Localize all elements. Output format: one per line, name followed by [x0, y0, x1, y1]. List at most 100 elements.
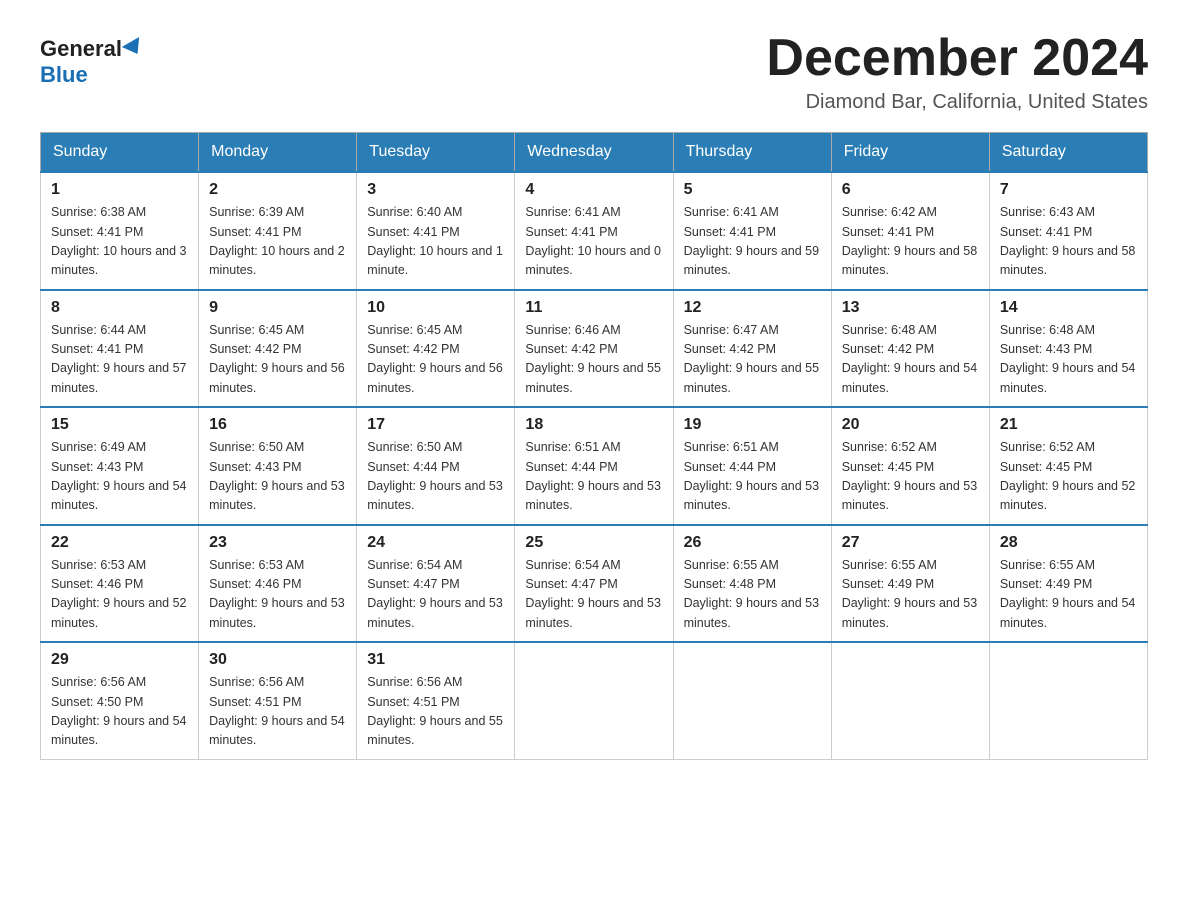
table-row: 16 Sunrise: 6:50 AMSunset: 4:43 PMDaylig… [199, 407, 357, 525]
calendar-week-row: 22 Sunrise: 6:53 AMSunset: 4:46 PMDaylig… [41, 525, 1148, 643]
day-info: Sunrise: 6:54 AMSunset: 4:47 PMDaylight:… [525, 556, 662, 634]
table-row: 11 Sunrise: 6:46 AMSunset: 4:42 PMDaylig… [515, 290, 673, 408]
table-row: 24 Sunrise: 6:54 AMSunset: 4:47 PMDaylig… [357, 525, 515, 643]
day-info: Sunrise: 6:43 AMSunset: 4:41 PMDaylight:… [1000, 203, 1137, 281]
col-friday: Friday [831, 133, 989, 173]
day-info: Sunrise: 6:45 AMSunset: 4:42 PMDaylight:… [209, 321, 346, 399]
day-number: 19 [684, 416, 821, 434]
day-info: Sunrise: 6:53 AMSunset: 4:46 PMDaylight:… [51, 556, 188, 634]
day-number: 24 [367, 534, 504, 552]
day-number: 20 [842, 416, 979, 434]
table-row: 29 Sunrise: 6:56 AMSunset: 4:50 PMDaylig… [41, 642, 199, 759]
table-row: 6 Sunrise: 6:42 AMSunset: 4:41 PMDayligh… [831, 172, 989, 290]
calendar-table: Sunday Monday Tuesday Wednesday Thursday… [40, 132, 1148, 760]
day-number: 15 [51, 416, 188, 434]
table-row: 18 Sunrise: 6:51 AMSunset: 4:44 PMDaylig… [515, 407, 673, 525]
table-row: 20 Sunrise: 6:52 AMSunset: 4:45 PMDaylig… [831, 407, 989, 525]
day-info: Sunrise: 6:50 AMSunset: 4:44 PMDaylight:… [367, 438, 504, 516]
day-info: Sunrise: 6:38 AMSunset: 4:41 PMDaylight:… [51, 203, 188, 281]
day-number: 5 [684, 181, 821, 199]
day-info: Sunrise: 6:53 AMSunset: 4:46 PMDaylight:… [209, 556, 346, 634]
day-number: 22 [51, 534, 188, 552]
table-row [831, 642, 989, 759]
day-number: 17 [367, 416, 504, 434]
logo-general: General [40, 38, 144, 60]
page-header: General Blue December 2024 Diamond Bar, … [40, 30, 1148, 114]
table-row: 3 Sunrise: 6:40 AMSunset: 4:41 PMDayligh… [357, 172, 515, 290]
day-info: Sunrise: 6:55 AMSunset: 4:49 PMDaylight:… [1000, 556, 1137, 634]
table-row: 27 Sunrise: 6:55 AMSunset: 4:49 PMDaylig… [831, 525, 989, 643]
table-row: 17 Sunrise: 6:50 AMSunset: 4:44 PMDaylig… [357, 407, 515, 525]
table-row [515, 642, 673, 759]
day-number: 16 [209, 416, 346, 434]
logo: General Blue [40, 38, 144, 88]
table-row: 15 Sunrise: 6:49 AMSunset: 4:43 PMDaylig… [41, 407, 199, 525]
col-saturday: Saturday [989, 133, 1147, 173]
day-number: 2 [209, 181, 346, 199]
table-row [989, 642, 1147, 759]
day-info: Sunrise: 6:55 AMSunset: 4:49 PMDaylight:… [842, 556, 979, 634]
table-row: 28 Sunrise: 6:55 AMSunset: 4:49 PMDaylig… [989, 525, 1147, 643]
calendar-subtitle: Diamond Bar, California, United States [766, 91, 1148, 114]
col-thursday: Thursday [673, 133, 831, 173]
day-info: Sunrise: 6:48 AMSunset: 4:43 PMDaylight:… [1000, 321, 1137, 399]
table-row: 14 Sunrise: 6:48 AMSunset: 4:43 PMDaylig… [989, 290, 1147, 408]
table-row: 2 Sunrise: 6:39 AMSunset: 4:41 PMDayligh… [199, 172, 357, 290]
calendar-title: December 2024 [766, 30, 1148, 87]
table-row: 12 Sunrise: 6:47 AMSunset: 4:42 PMDaylig… [673, 290, 831, 408]
day-number: 3 [367, 181, 504, 199]
day-info: Sunrise: 6:52 AMSunset: 4:45 PMDaylight:… [1000, 438, 1137, 516]
day-info: Sunrise: 6:44 AMSunset: 4:41 PMDaylight:… [51, 321, 188, 399]
calendar-week-row: 15 Sunrise: 6:49 AMSunset: 4:43 PMDaylig… [41, 407, 1148, 525]
day-number: 7 [1000, 181, 1137, 199]
day-info: Sunrise: 6:51 AMSunset: 4:44 PMDaylight:… [684, 438, 821, 516]
table-row: 5 Sunrise: 6:41 AMSunset: 4:41 PMDayligh… [673, 172, 831, 290]
day-info: Sunrise: 6:46 AMSunset: 4:42 PMDaylight:… [525, 321, 662, 399]
day-number: 9 [209, 299, 346, 317]
day-info: Sunrise: 6:47 AMSunset: 4:42 PMDaylight:… [684, 321, 821, 399]
logo-arrow-icon [122, 37, 146, 59]
calendar-week-row: 29 Sunrise: 6:56 AMSunset: 4:50 PMDaylig… [41, 642, 1148, 759]
table-row: 19 Sunrise: 6:51 AMSunset: 4:44 PMDaylig… [673, 407, 831, 525]
table-row: 23 Sunrise: 6:53 AMSunset: 4:46 PMDaylig… [199, 525, 357, 643]
table-row: 26 Sunrise: 6:55 AMSunset: 4:48 PMDaylig… [673, 525, 831, 643]
day-number: 23 [209, 534, 346, 552]
col-monday: Monday [199, 133, 357, 173]
day-info: Sunrise: 6:56 AMSunset: 4:51 PMDaylight:… [209, 673, 346, 751]
day-number: 13 [842, 299, 979, 317]
day-number: 10 [367, 299, 504, 317]
day-number: 26 [684, 534, 821, 552]
day-info: Sunrise: 6:39 AMSunset: 4:41 PMDaylight:… [209, 203, 346, 281]
day-number: 11 [525, 299, 662, 317]
table-row: 10 Sunrise: 6:45 AMSunset: 4:42 PMDaylig… [357, 290, 515, 408]
day-info: Sunrise: 6:42 AMSunset: 4:41 PMDaylight:… [842, 203, 979, 281]
table-row: 13 Sunrise: 6:48 AMSunset: 4:42 PMDaylig… [831, 290, 989, 408]
calendar-week-row: 8 Sunrise: 6:44 AMSunset: 4:41 PMDayligh… [41, 290, 1148, 408]
day-number: 30 [209, 651, 346, 669]
day-number: 6 [842, 181, 979, 199]
table-row: 8 Sunrise: 6:44 AMSunset: 4:41 PMDayligh… [41, 290, 199, 408]
day-info: Sunrise: 6:41 AMSunset: 4:41 PMDaylight:… [525, 203, 662, 281]
calendar-week-row: 1 Sunrise: 6:38 AMSunset: 4:41 PMDayligh… [41, 172, 1148, 290]
table-row: 4 Sunrise: 6:41 AMSunset: 4:41 PMDayligh… [515, 172, 673, 290]
table-row: 31 Sunrise: 6:56 AMSunset: 4:51 PMDaylig… [357, 642, 515, 759]
day-number: 8 [51, 299, 188, 317]
day-number: 27 [842, 534, 979, 552]
table-row: 25 Sunrise: 6:54 AMSunset: 4:47 PMDaylig… [515, 525, 673, 643]
day-info: Sunrise: 6:54 AMSunset: 4:47 PMDaylight:… [367, 556, 504, 634]
table-row [673, 642, 831, 759]
day-number: 31 [367, 651, 504, 669]
day-info: Sunrise: 6:40 AMSunset: 4:41 PMDaylight:… [367, 203, 504, 281]
day-info: Sunrise: 6:50 AMSunset: 4:43 PMDaylight:… [209, 438, 346, 516]
day-number: 25 [525, 534, 662, 552]
day-info: Sunrise: 6:48 AMSunset: 4:42 PMDaylight:… [842, 321, 979, 399]
day-number: 21 [1000, 416, 1137, 434]
day-number: 29 [51, 651, 188, 669]
day-info: Sunrise: 6:55 AMSunset: 4:48 PMDaylight:… [684, 556, 821, 634]
table-row: 22 Sunrise: 6:53 AMSunset: 4:46 PMDaylig… [41, 525, 199, 643]
day-info: Sunrise: 6:56 AMSunset: 4:51 PMDaylight:… [367, 673, 504, 751]
day-info: Sunrise: 6:56 AMSunset: 4:50 PMDaylight:… [51, 673, 188, 751]
table-row: 1 Sunrise: 6:38 AMSunset: 4:41 PMDayligh… [41, 172, 199, 290]
col-tuesday: Tuesday [357, 133, 515, 173]
col-wednesday: Wednesday [515, 133, 673, 173]
